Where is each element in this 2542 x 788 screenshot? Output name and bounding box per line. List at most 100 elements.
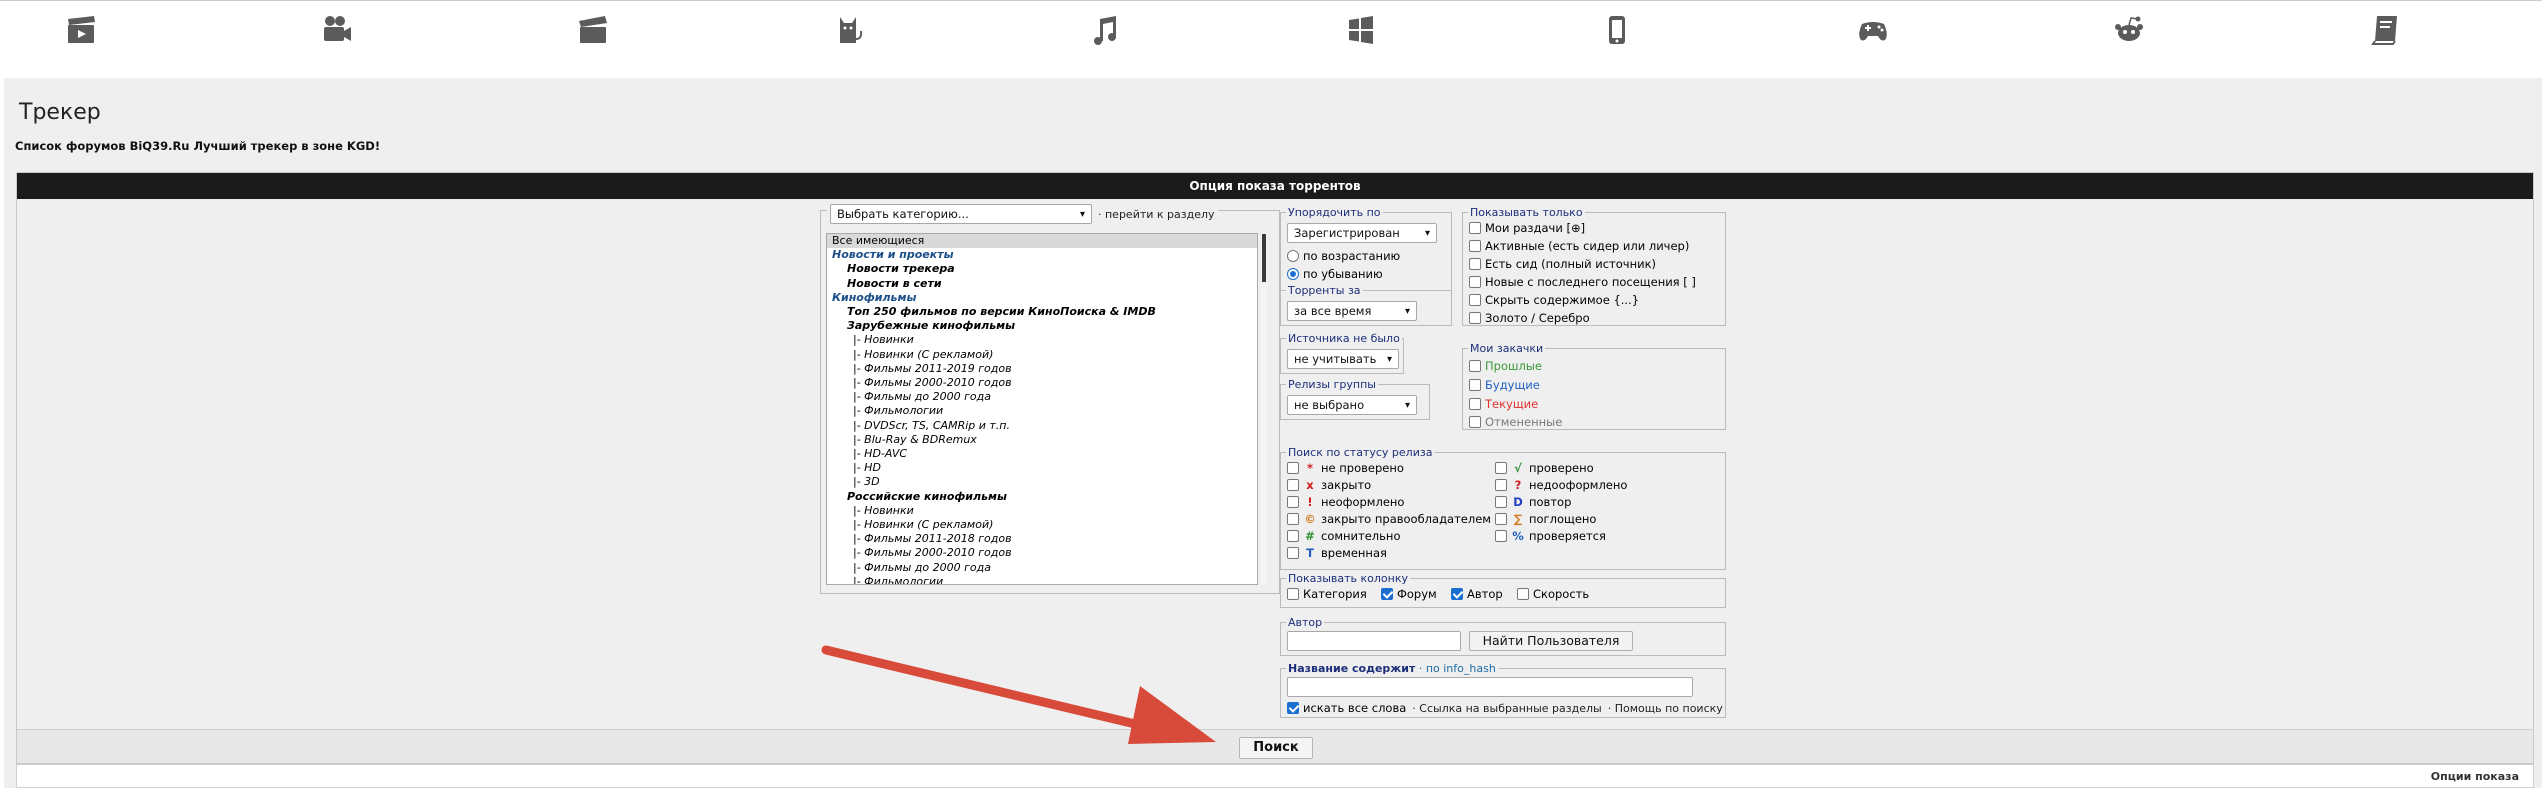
category-option[interactable]: |- Новинки (С рекламой) (827, 348, 1257, 362)
book-icon[interactable] (2368, 13, 2402, 47)
checkbox[interactable] (1469, 416, 1481, 428)
author-input[interactable] (1287, 631, 1461, 651)
category-option[interactable]: |- Фильмы 2011-2019 годов (827, 362, 1257, 376)
checkbox[interactable] (1495, 462, 1507, 474)
status-option[interactable]: # сомнительно (1287, 529, 1400, 543)
checkbox[interactable] (1469, 276, 1481, 288)
checkbox[interactable] (1517, 588, 1529, 600)
column-author[interactable]: Автор (1451, 587, 1503, 601)
status-option[interactable]: Dповтор (1495, 495, 1571, 509)
status-option[interactable]: ? недооформлено (1495, 478, 1627, 492)
sort-select[interactable]: Зарегистрирован ▾ (1287, 223, 1437, 243)
show-only-gold[interactable]: Золото / Серебро (1469, 311, 1590, 325)
checkbox[interactable] (1287, 496, 1299, 508)
dl-current[interactable]: Текущие (1469, 397, 1538, 411)
sort-asc-option[interactable]: по возрастанию (1287, 249, 1400, 263)
clapperboard-icon[interactable] (576, 13, 610, 47)
column-speed[interactable]: Скорость (1517, 587, 1589, 601)
bottom-options-link[interactable]: Опции показа (2431, 770, 2519, 783)
dl-future[interactable]: Будущие (1469, 378, 1540, 392)
category-option[interactable]: |- Blu-Ray & BDRemux (827, 433, 1257, 447)
category-option[interactable]: Топ 250 фильмов по версии КиноПоиска & I… (827, 305, 1257, 319)
category-option[interactable]: |- Фильмологии (827, 404, 1257, 418)
cat-icon[interactable] (832, 13, 866, 47)
sort-asc-radio[interactable] (1287, 250, 1299, 262)
status-option[interactable]: x закрыто (1287, 478, 1371, 492)
checkbox[interactable] (1469, 379, 1481, 391)
category-scrollbar[interactable] (1261, 233, 1267, 585)
show-only-active[interactable]: Активные (есть сидер или личер) (1469, 239, 1689, 253)
category-option[interactable]: |- 3D (827, 475, 1257, 489)
info-hash-link[interactable]: · по info_hash (1419, 662, 1496, 675)
category-option[interactable]: Кинофильмы (827, 291, 1257, 305)
checkbox[interactable] (1469, 360, 1481, 372)
checkbox[interactable] (1469, 312, 1481, 324)
checkbox[interactable] (1469, 240, 1481, 252)
sort-desc-option[interactable]: по убыванию (1287, 267, 1383, 281)
search-help-link[interactable]: · Помощь по поиску (1608, 702, 1723, 715)
category-option[interactable]: Новости трекера (827, 262, 1257, 276)
find-user-button[interactable]: Найти Пользователя (1469, 631, 1633, 651)
status-option[interactable]: © закрыто правообладателем (1287, 512, 1491, 526)
category-option[interactable]: Российские кинофильмы (827, 490, 1257, 504)
checkbox[interactable] (1451, 588, 1463, 600)
category-option[interactable]: |- Фильмологии (827, 575, 1257, 584)
scrollbar-thumb[interactable] (1262, 234, 1266, 282)
release-groups-select[interactable]: не выбрано ▾ (1287, 395, 1417, 415)
show-only-new[interactable]: Новые с последнего посещения [ ] (1469, 275, 1696, 289)
status-option[interactable]: * не проверено (1287, 461, 1404, 475)
category-option[interactable]: |- Новинки (С рекламой) (827, 518, 1257, 532)
checkbox[interactable] (1469, 398, 1481, 410)
film-icon[interactable] (64, 13, 98, 47)
checkbox[interactable] (1495, 530, 1507, 542)
music-icon[interactable] (1088, 13, 1122, 47)
category-option[interactable]: |- Новинки (827, 333, 1257, 347)
checkbox[interactable] (1287, 513, 1299, 525)
category-option[interactable]: Все имеющиеся (827, 234, 1257, 249)
checkbox[interactable] (1469, 222, 1481, 234)
reddit-alien-icon[interactable] (2112, 13, 2146, 47)
show-only-my[interactable]: Мои раздачи [⊕] (1469, 221, 1585, 235)
category-list[interactable]: Все имеющиеся Новости и проекты Новости тр… (826, 233, 1258, 585)
column-category[interactable]: Категория (1287, 587, 1367, 601)
selected-sections-link[interactable]: · Ссылка на выбранные разделы (1412, 702, 1601, 715)
column-forum[interactable]: Форум (1381, 587, 1437, 601)
checkbox[interactable] (1287, 588, 1299, 600)
sort-desc-radio[interactable] (1287, 268, 1299, 280)
status-option[interactable]: Tвременная (1287, 546, 1387, 560)
video-camera-icon[interactable] (320, 13, 354, 47)
category-option[interactable]: |- HD-AVC (827, 447, 1257, 461)
period-select[interactable]: за все время ▾ (1287, 301, 1417, 321)
category-option[interactable]: |- Фильмы 2000-2010 годов (827, 376, 1257, 390)
category-option[interactable]: Зарубежные кинофильмы (827, 319, 1257, 333)
category-option[interactable]: Новости и проекты (827, 248, 1257, 262)
checkbox[interactable] (1287, 462, 1299, 474)
dl-cancelled[interactable]: Отмененные (1469, 415, 1562, 429)
all-words-checkbox[interactable] (1287, 702, 1299, 714)
checkbox[interactable] (1381, 588, 1393, 600)
search-button[interactable]: Поиск (1239, 737, 1313, 759)
status-option[interactable]: % проверяется (1495, 529, 1606, 543)
category-option[interactable]: |- DVDScr, TS, CAMRip и т.п. (827, 419, 1257, 433)
checkbox[interactable] (1495, 479, 1507, 491)
category-option[interactable]: |- Новинки (827, 504, 1257, 518)
checkbox[interactable] (1495, 496, 1507, 508)
status-option[interactable]: ! неоформлено (1287, 495, 1404, 509)
windows-icon[interactable] (1344, 13, 1378, 47)
gamepad-icon[interactable] (1856, 13, 1890, 47)
no-source-select[interactable]: не учитывать ▾ (1287, 349, 1399, 369)
category-select[interactable]: Выбрать категорию... ▾ (830, 204, 1092, 224)
checkbox[interactable] (1287, 530, 1299, 542)
category-option[interactable]: |- HD (827, 461, 1257, 475)
category-option[interactable]: |- Фильмы до 2000 года (827, 390, 1257, 404)
status-option[interactable]: √ проверено (1495, 461, 1594, 475)
title-search-input[interactable] (1287, 677, 1693, 697)
category-option[interactable]: |- Фильмы до 2000 года (827, 561, 1257, 575)
phone-icon[interactable] (1600, 13, 1634, 47)
dl-past[interactable]: Прошлые (1469, 359, 1542, 373)
goto-section-link[interactable]: · перейти к разделу (1098, 208, 1215, 221)
checkbox[interactable] (1287, 479, 1299, 491)
checkbox[interactable] (1495, 513, 1507, 525)
checkbox[interactable] (1287, 547, 1299, 559)
show-only-hide[interactable]: Скрыть содержимое {...} (1469, 293, 1639, 307)
